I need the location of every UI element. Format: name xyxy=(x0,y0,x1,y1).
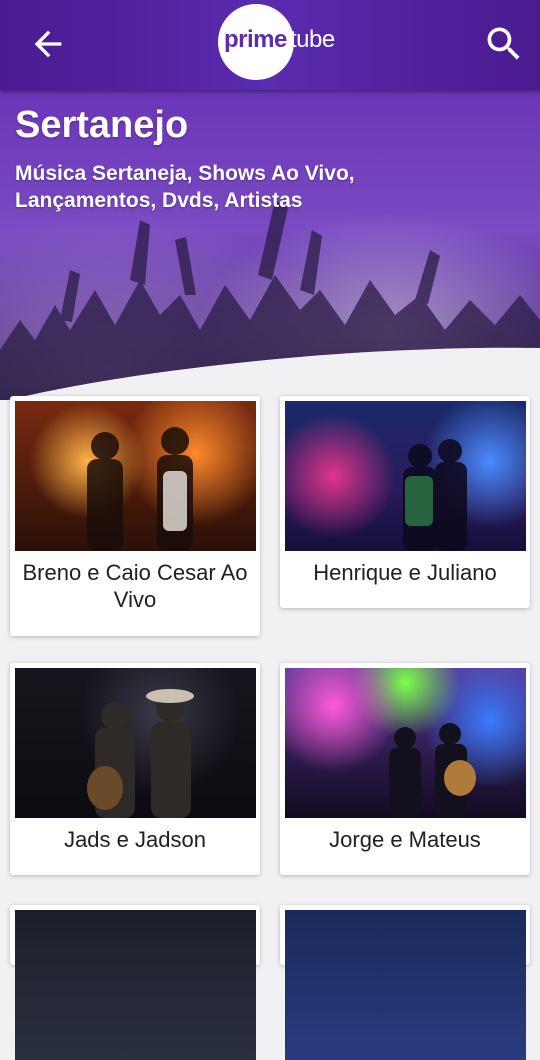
artist-title: Breno e Caio Cesar Ao Vivo xyxy=(22,560,248,612)
artist-thumbnail xyxy=(15,910,256,1060)
artist-thumbnail xyxy=(15,668,256,818)
artist-card[interactable]: Henrique e Juliano xyxy=(280,396,530,608)
primetube-logo[interactable]: prime tube xyxy=(218,4,343,80)
artist-card[interactable]: Breno e Caio Cesar Ao Vivo xyxy=(10,396,260,636)
artist-card[interactable]: Jorge e Mateus xyxy=(280,663,530,875)
artist-thumbnail xyxy=(285,401,526,551)
performers-silhouette xyxy=(87,427,193,551)
artist-thumbnail xyxy=(15,401,256,551)
artist-thumbnail xyxy=(285,910,526,1060)
artist-card[interactable]: Jads e Jadson xyxy=(10,663,260,875)
category-hero-banner: Sertanejo Música Sertaneja, Shows Ao Viv… xyxy=(0,90,540,400)
logo-tube-text: tube xyxy=(290,26,335,53)
logo-prime-text: prime xyxy=(224,26,287,53)
performers-silhouette xyxy=(403,439,467,551)
artist-thumbnail xyxy=(285,668,526,818)
hero-wave-divider xyxy=(8,347,540,400)
search-icon xyxy=(487,27,520,60)
performers-silhouette xyxy=(87,689,194,818)
arrow-left-icon xyxy=(34,30,62,58)
back-button[interactable] xyxy=(28,24,68,64)
page-title: Sertanejo xyxy=(15,104,189,146)
artist-card[interactable] xyxy=(280,905,530,1060)
artist-title: Henrique e Juliano xyxy=(313,560,497,585)
artist-card[interactable] xyxy=(10,905,260,1060)
top-app-bar: prime tube xyxy=(0,0,540,90)
artist-title: Jorge e Mateus xyxy=(329,827,481,852)
search-button[interactable] xyxy=(482,22,526,66)
page-subtitle: Música Sertaneja, Shows Ao Vivo, Lançame… xyxy=(15,162,355,212)
artist-title: Jads e Jadson xyxy=(64,827,206,852)
performers-silhouette xyxy=(389,723,476,818)
